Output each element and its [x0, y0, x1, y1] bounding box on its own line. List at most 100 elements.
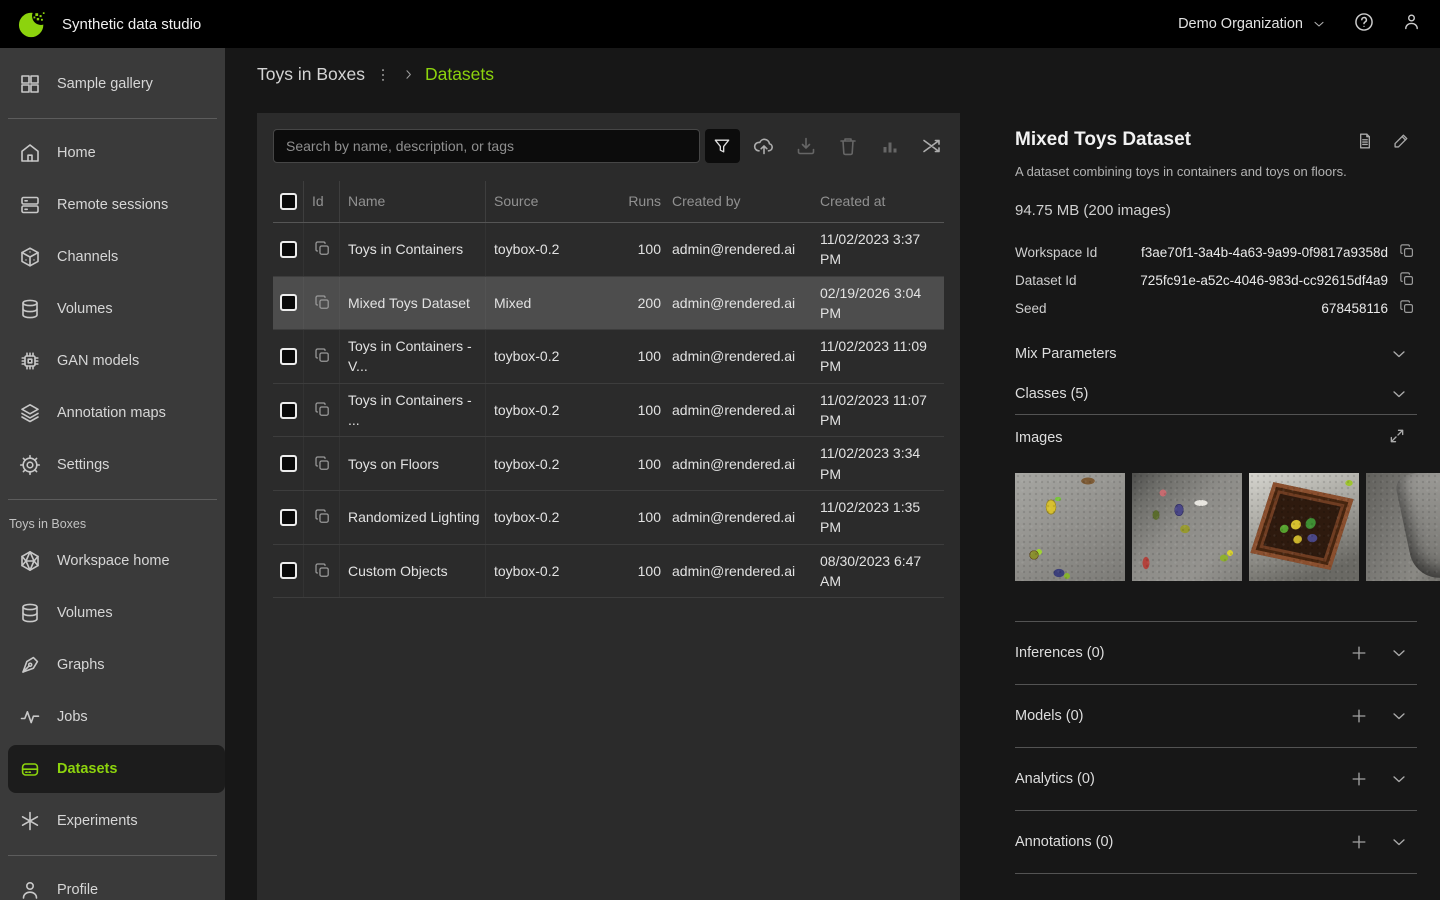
- sidebar-item-gan-models[interactable]: GAN models: [0, 335, 225, 387]
- copy-id-button[interactable]: [312, 239, 332, 259]
- add-annotations-0--button[interactable]: [1349, 832, 1369, 852]
- sidebar-item-remote-sessions[interactable]: Remote sessions: [0, 179, 225, 231]
- table-row[interactable]: Toys in Containers - V...toybox-0.2100ad…: [273, 330, 944, 384]
- row-checkbox-cell: [273, 294, 303, 311]
- copy-id-button[interactable]: [312, 507, 332, 527]
- row-checkbox[interactable]: [280, 241, 297, 258]
- images-section-label: Images: [1015, 430, 1387, 446]
- column-header: Source: [485, 181, 626, 222]
- copy-seed-button[interactable]: [1397, 298, 1417, 318]
- section-classes-5-[interactable]: Classes (5): [1015, 374, 1417, 414]
- add-analytics-0--button[interactable]: [1349, 769, 1369, 789]
- shuffle-button[interactable]: [920, 134, 944, 158]
- sidebar-item-experiments[interactable]: Experiments: [0, 795, 225, 847]
- row-checkbox[interactable]: [280, 402, 297, 419]
- row-checkbox-cell: [273, 348, 303, 365]
- copy-id-button[interactable]: [312, 561, 332, 581]
- created-by-cell: admin@rendered.ai: [664, 340, 812, 372]
- sidebar-item-volumes[interactable]: Volumes: [0, 587, 225, 639]
- table-row[interactable]: Toys on Floorstoybox-0.2100admin@rendere…: [273, 437, 944, 491]
- dataset-log-button[interactable]: [1355, 131, 1375, 156]
- table-row[interactable]: Randomized Lightingtoybox-0.2100admin@re…: [273, 491, 944, 545]
- row-id-cell: [303, 384, 339, 437]
- field-value: f3ae70f1-3a4b-4a63-9a99-0f9817a9358d: [1141, 245, 1388, 260]
- chevron-down-icon[interactable]: [1389, 344, 1409, 364]
- sidebar-item-settings[interactable]: Settings: [0, 439, 225, 491]
- sidebar-item-volumes[interactable]: Volumes: [0, 283, 225, 335]
- section-annotations-0-: Annotations (0): [1015, 811, 1417, 874]
- add-inferences-0--button[interactable]: [1349, 643, 1369, 663]
- field-value: 725fc91e-a52c-4046-983d-cc92615df4a9: [1140, 273, 1388, 288]
- breadcrumb-workspace[interactable]: Toys in Boxes: [257, 64, 365, 85]
- workspace-menu-icon[interactable]: [374, 66, 392, 84]
- row-checkbox[interactable]: [280, 455, 297, 472]
- chevron-down-icon[interactable]: [1389, 706, 1409, 726]
- thumbnail-toys-in-gray-bin[interactable]: [1366, 473, 1440, 581]
- row-checkbox[interactable]: [280, 294, 297, 311]
- cloud-upload-button[interactable]: [752, 134, 776, 158]
- floor-texture: [1366, 473, 1440, 581]
- copy-id-button[interactable]: [312, 346, 332, 366]
- chevron-down-icon[interactable]: [1389, 769, 1409, 789]
- sidebar-item-channels[interactable]: Channels: [0, 231, 225, 283]
- server-icon: [18, 193, 42, 217]
- edit-dataset-button[interactable]: [1391, 131, 1411, 156]
- sidebar-item-annotation-maps[interactable]: Annotation maps: [0, 387, 225, 439]
- copy-id-button[interactable]: [312, 400, 332, 420]
- thumbnail-toys-in-wooden-crate[interactable]: [1249, 473, 1359, 581]
- table-row[interactable]: Toys in Containerstoybox-0.2100admin@ren…: [273, 223, 944, 277]
- help-button[interactable]: [1353, 11, 1375, 38]
- sidebar-item-label: Volumes: [57, 605, 113, 621]
- sidebar-item-label: Settings: [57, 457, 109, 473]
- row-checkbox[interactable]: [280, 509, 297, 526]
- cloud-upload-icon: [752, 134, 776, 158]
- thumbnail-toys-on-floor-2[interactable]: [1132, 473, 1242, 581]
- expand-images-button[interactable]: [1387, 426, 1407, 451]
- dataset-name-cell: Mixed Toys Dataset: [339, 277, 485, 330]
- dataset-details-panel: Mixed Toys Dataset A dataset combining t…: [1015, 129, 1417, 874]
- row-id-cell: [303, 277, 339, 330]
- copy-id-button[interactable]: [312, 293, 332, 313]
- asterisk-icon: [18, 809, 42, 833]
- row-checkbox[interactable]: [280, 348, 297, 365]
- user-menu-button[interactable]: [1401, 11, 1422, 37]
- app-logo-icon[interactable]: [18, 9, 48, 39]
- created-by-cell: admin@rendered.ai: [664, 555, 812, 587]
- dataset-name-cell: Custom Objects: [339, 545, 485, 598]
- drive-icon: [18, 757, 42, 781]
- row-checkbox[interactable]: [280, 562, 297, 579]
- copy-id-button[interactable]: [312, 454, 332, 474]
- chevron-down-icon[interactable]: [1389, 643, 1409, 663]
- filter-button[interactable]: [705, 129, 740, 163]
- sidebar-item-jobs[interactable]: Jobs: [0, 691, 225, 743]
- section-label: Models (0): [1015, 708, 1349, 724]
- section-analytics-0-: Analytics (0): [1015, 748, 1417, 811]
- sidebar-item-label: Datasets: [57, 761, 117, 777]
- topbar: Synthetic data studio Demo Organization: [0, 0, 1440, 48]
- sidebar-item-workspace-home[interactable]: Workspace home: [0, 535, 225, 587]
- sidebar-item-sample-gallery[interactable]: Sample gallery: [0, 58, 225, 110]
- select-all-checkbox[interactable]: [280, 193, 297, 210]
- section-models-0-: Models (0): [1015, 685, 1417, 748]
- thumbnail-toys-on-floor-1[interactable]: [1015, 473, 1125, 581]
- section-mix-parameters[interactable]: Mix Parameters: [1015, 334, 1417, 374]
- chevron-down-icon[interactable]: [1389, 384, 1409, 404]
- table-row[interactable]: Custom Objectstoybox-0.2100admin@rendere…: [273, 545, 944, 599]
- chevron-down-icon[interactable]: [1389, 832, 1409, 852]
- table-row[interactable]: Mixed Toys DatasetMixed200admin@rendered…: [273, 277, 944, 331]
- search-input[interactable]: [273, 129, 700, 163]
- org-selector[interactable]: Demo Organization: [1178, 16, 1327, 32]
- column-header: Id: [303, 181, 339, 222]
- sidebar-divider: [8, 855, 217, 856]
- dataset-description: A dataset combining toys in containers a…: [1015, 164, 1417, 179]
- runs-cell: 100: [626, 501, 664, 533]
- add-models-0--button[interactable]: [1349, 706, 1369, 726]
- sidebar-item-profile[interactable]: Profile: [0, 864, 225, 900]
- table-row[interactable]: Toys in Containers - ...toybox-0.2100adm…: [273, 384, 944, 438]
- sidebar-item-home[interactable]: Home: [0, 127, 225, 179]
- row-checkbox-cell: [273, 402, 303, 419]
- copy-workspace-id-button[interactable]: [1397, 242, 1417, 262]
- copy-dataset-id-button[interactable]: [1397, 270, 1417, 290]
- sidebar-item-datasets[interactable]: Datasets: [8, 745, 225, 793]
- sidebar-item-graphs[interactable]: Graphs: [0, 639, 225, 691]
